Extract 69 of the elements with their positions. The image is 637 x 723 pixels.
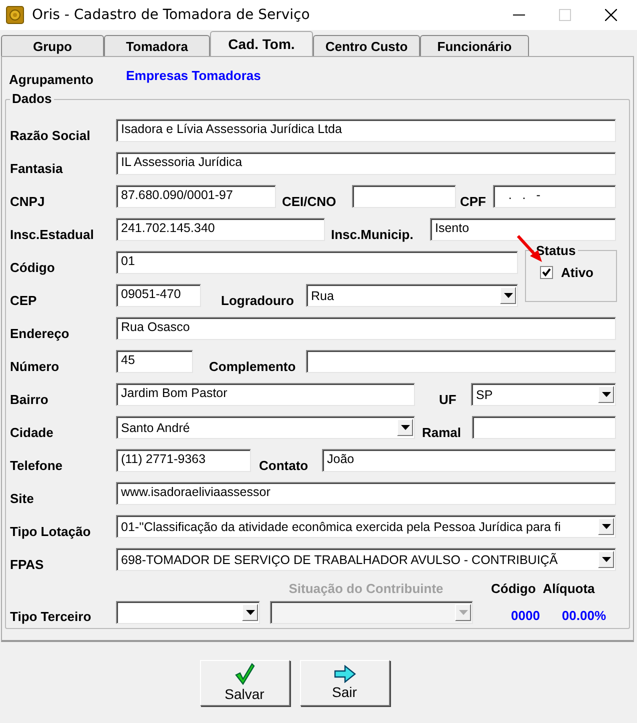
field-label: Bairro	[9, 390, 50, 406]
field-label: Cidade	[9, 424, 54, 440]
checkbox-label: Ativo	[561, 265, 594, 280]
input-field[interactable]: Isadora e Lívia Assessoria Jurídica Ltda	[116, 119, 616, 142]
input-field[interactable]: Jardim Bom Pastor	[116, 383, 415, 406]
input-field[interactable]: 45	[116, 350, 193, 373]
situacao-label: Situação do Contribuinte	[288, 581, 444, 596]
field-label: Tipo Terceiro	[9, 608, 92, 624]
group-title: Dados	[10, 91, 54, 106]
close-button[interactable]	[605, 9, 617, 21]
input-field[interactable]: 241.702.145.340	[116, 218, 325, 241]
dropdown[interactable]: SP	[471, 383, 616, 406]
field-label: Código	[9, 258, 56, 274]
input-field[interactable]	[472, 416, 616, 439]
field-label: Fantasia	[9, 160, 64, 176]
exit-button[interactable]: Sair	[300, 660, 390, 706]
input-field[interactable]	[352, 185, 456, 208]
field-label: Insc.Estadual	[9, 226, 95, 242]
input-field[interactable]	[306, 350, 616, 373]
field-label: Complemento	[209, 358, 297, 374]
codigo-value: 0000	[511, 606, 540, 622]
tab[interactable]: Funcionário	[420, 35, 529, 56]
input-field[interactable]: www.isadoraeliviaassessor	[116, 482, 616, 505]
input-field[interactable]: IL Assessoria Jurídica	[116, 152, 616, 175]
field-label: Tipo Lotação	[9, 522, 92, 538]
input-field[interactable]: João	[322, 449, 616, 472]
window-title: Oris - Cadastro de Tomadora de Serviço	[32, 7, 310, 23]
field-label: Endereço	[9, 324, 70, 340]
codigo-label: Código	[491, 581, 536, 596]
tab[interactable]: Centro Custo	[313, 35, 420, 56]
field-label: Telefone	[9, 456, 64, 472]
field-label: Razão Social	[9, 126, 92, 142]
input-field[interactable]: 01	[116, 251, 518, 274]
dropdown[interactable]: Santo André	[116, 416, 415, 439]
input-field[interactable]: 87.680.090/0001-97	[116, 185, 276, 208]
field-label: Número	[9, 358, 60, 374]
tab[interactable]: Tomadora	[104, 35, 210, 56]
agrupamento-label: Agrupamento	[9, 71, 94, 87]
field-label: Site	[9, 490, 35, 506]
input-field[interactable]: Isento	[430, 218, 616, 241]
dropdown[interactable]	[116, 600, 260, 624]
field-label: Insc.Municip.	[331, 226, 414, 242]
save-button[interactable]: Salvar	[200, 660, 290, 706]
input-field[interactable]: Rua Osasco	[116, 317, 616, 340]
field-label: CPF	[460, 192, 487, 208]
input-field[interactable]: . . -	[493, 185, 616, 208]
status-title: Status	[534, 243, 578, 258]
dropdown[interactable]: 698-TOMADOR DE SERVIÇO DE TRABALHADOR AVULSO - CONTRIBUIÇÃ	[116, 548, 616, 571]
field-label: Contato	[259, 456, 310, 472]
field-label: CNPJ	[9, 192, 46, 208]
agrupamento-value: Empresas Tomadoras	[126, 68, 261, 82]
checkmark-icon	[234, 663, 254, 685]
aliquota-label: Alíquota	[542, 581, 595, 596]
app-icon	[6, 6, 24, 24]
input-field[interactable]: (11) 2771-9363	[116, 449, 251, 472]
field-label: CEP	[9, 292, 38, 308]
field-label: Ramal	[422, 424, 462, 440]
field-label: FPAS	[9, 556, 45, 572]
field-label: UF	[439, 390, 458, 406]
dropdown[interactable]: 01-''Classificação da atividade econômica exercida pela Pessoa Jurídica para fi	[116, 515, 616, 538]
ativo-checkbox[interactable]	[540, 266, 553, 279]
aliquota-value: 00.00%	[562, 606, 606, 622]
dropdown[interactable]: Rua	[306, 284, 518, 307]
field-label: Logradouro	[221, 292, 295, 308]
arrow-right-icon	[334, 665, 356, 683]
tab[interactable]: Grupo	[1, 35, 104, 56]
field-label: CEI/CNO	[282, 192, 338, 208]
input-field[interactable]: 09051-470	[116, 284, 201, 307]
tab[interactable]: Cad. Tom.	[210, 31, 313, 56]
